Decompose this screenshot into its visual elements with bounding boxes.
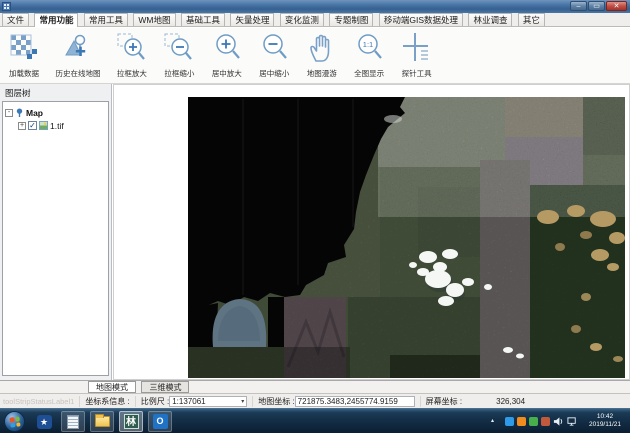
tab-map-mode[interactable]: 地图模式 <box>88 381 136 393</box>
history-online-map-icon <box>62 31 94 67</box>
pan-hand-icon <box>306 31 338 67</box>
expand-icon[interactable]: + <box>18 122 26 130</box>
clock-time: 10:42 <box>582 413 628 421</box>
center-zoom-in-button[interactable]: 居中放大 <box>207 30 247 82</box>
tab-3d-mode[interactable]: 三维模式 <box>141 381 189 393</box>
o-app-icon: O <box>153 414 168 429</box>
history-online-map-button[interactable]: 历史在线地图 <box>51 30 104 82</box>
toolbar-button-label: 地图漫游 <box>307 68 337 79</box>
toolbar-button-label: 拉框缩小 <box>164 68 194 79</box>
clock-date: 2019/11/21 <box>582 421 628 429</box>
network-icon[interactable] <box>567 416 578 427</box>
ribbon-tab-bar: 文件 常用功能 常用工具 WM地图 基础工具 矢量处理 变化监测 专题制图 移动… <box>0 13 630 27</box>
windows-taskbar: ★ 林 O ▴ <box>0 408 630 433</box>
tab-mobile-gis-processing[interactable]: 移动端GIS数据处理 <box>379 13 463 26</box>
app-icon <box>2 2 11 11</box>
tree-node-layer[interactable]: + ✓ 1.tif <box>5 119 106 132</box>
tree-node-label: Map <box>26 108 43 118</box>
map-coord-label: 地图坐标 : <box>258 396 294 407</box>
toolbar-button-label: 拉框放大 <box>117 68 147 79</box>
probe-tool-button[interactable]: 探针工具 <box>397 30 437 82</box>
probe-tool-icon <box>401 31 433 67</box>
status-bar: toolStripStatusLabel1 坐标系信息 : 比例尺 : 1:13… <box>0 393 630 408</box>
tree-node-label: 1.tif <box>50 121 64 131</box>
map-node-icon <box>15 108 24 117</box>
minimize-button[interactable]: – <box>570 1 587 11</box>
tab-wm-map[interactable]: WM地图 <box>133 13 175 26</box>
tray-red-icon[interactable] <box>541 417 550 426</box>
windows-logo-icon <box>9 416 20 427</box>
box-zoom-in-button[interactable]: 拉框放大 <box>112 30 152 82</box>
full-extent-button[interactable]: 1:1 全图显示 <box>349 30 389 82</box>
taskbar-item-explorer[interactable] <box>90 411 114 432</box>
load-data-icon <box>8 31 40 67</box>
screen-coord-label: 屏幕坐标 : <box>426 396 462 407</box>
layer-panel-title: 图层树 <box>0 84 111 101</box>
taskbar-item-o-app[interactable]: O <box>148 411 172 432</box>
tab-common-functions[interactable]: 常用功能 <box>34 13 78 27</box>
tab-other[interactable]: 其它 <box>518 13 545 26</box>
box-zoom-out-icon <box>163 31 195 67</box>
layer-tree: - Map + ✓ 1.tif <box>2 101 109 376</box>
center-zoom-out-icon <box>258 31 290 67</box>
collapse-icon[interactable]: - <box>5 109 13 117</box>
tab-file[interactable]: 文件 <box>2 13 29 26</box>
crs-info-label: 坐标系信息 : <box>85 396 129 407</box>
full-extent-badge: 1:1 <box>363 40 373 49</box>
title-bar: – ▭ ✕ <box>0 0 630 13</box>
taskbar-clock[interactable]: 10:42 2019/11/21 <box>582 413 628 429</box>
layer-panel: 图层树 - Map + ✓ 1.tif <box>0 84 112 380</box>
box-zoom-out-button[interactable]: 拉框缩小 <box>159 30 199 82</box>
raster-layer-icon <box>39 121 48 130</box>
tray-orange-icon[interactable] <box>517 417 526 426</box>
tree-node-map[interactable]: - Map <box>5 106 106 119</box>
tab-thematic-mapping[interactable]: 专题制图 <box>329 13 373 26</box>
chevron-down-icon[interactable]: ▾ <box>241 397 244 406</box>
maximize-button[interactable]: ▭ <box>588 1 605 11</box>
status-tool-label: toolStripStatusLabel1 <box>3 397 74 406</box>
start-button[interactable] <box>4 411 25 432</box>
box-zoom-in-icon <box>116 31 148 67</box>
center-zoom-in-icon <box>211 31 243 67</box>
close-button[interactable]: ✕ <box>606 1 627 11</box>
map-view[interactable] <box>113 84 630 380</box>
scale-value: 1:137061 <box>172 397 205 406</box>
screen-coord-value: 326,304 <box>496 397 525 406</box>
map-pan-button[interactable]: 地图漫游 <box>302 30 342 82</box>
taskbar-item-messenger[interactable]: ★ <box>32 411 56 432</box>
tab-forestry-survey[interactable]: 林业调查 <box>468 13 512 26</box>
tray-expand-icon[interactable]: ▴ <box>491 417 494 424</box>
toolbar-button-label: 历史在线地图 <box>55 68 100 79</box>
toolbar-button-label: 探针工具 <box>402 68 432 79</box>
speaker-icon[interactable] <box>553 416 564 427</box>
tab-common-tools[interactable]: 常用工具 <box>84 13 128 26</box>
system-tray <box>505 416 578 427</box>
star-bubble-icon: ★ <box>37 415 52 429</box>
toolbar-button-label: 加载数据 <box>9 68 39 79</box>
load-data-button[interactable]: 加载数据 <box>4 30 44 82</box>
folder-icon <box>95 416 110 427</box>
layer-checkbox[interactable]: ✓ <box>28 121 37 130</box>
satellite-map[interactable] <box>188 97 625 378</box>
scale-label: 比例尺 : <box>141 396 169 407</box>
toolbar-button-label: 居中缩小 <box>259 68 289 79</box>
notepad-icon <box>67 415 79 429</box>
toolbar-button-label: 全图显示 <box>354 68 384 79</box>
scale-combobox[interactable]: 1:137061 ▾ <box>169 396 247 407</box>
tab-change-monitoring[interactable]: 变化监测 <box>280 13 324 26</box>
toolbar-button-label: 居中放大 <box>212 68 242 79</box>
center-zoom-out-button[interactable]: 居中缩小 <box>254 30 294 82</box>
application-window: – ▭ ✕ 文件 常用功能 常用工具 WM地图 基础工具 矢量处理 变化监测 专… <box>0 0 630 433</box>
forestry-app-icon: 林 <box>124 414 139 429</box>
taskbar-item-forestry-app[interactable]: 林 <box>119 411 143 432</box>
full-extent-icon: 1:1 <box>353 31 385 67</box>
taskbar-item-notepad[interactable] <box>61 411 85 432</box>
view-mode-bar: 地图模式 三维模式 <box>0 380 630 393</box>
tray-blue-icon[interactable] <box>505 417 514 426</box>
toolbar: 加载数据 历史在线地图 拉框放大 <box>0 28 630 84</box>
tab-basic-tools[interactable]: 基础工具 <box>181 13 225 26</box>
map-coord-field[interactable]: 721875.3483,2455774.9159 <box>295 396 415 407</box>
tray-green-icon[interactable] <box>529 417 538 426</box>
tab-vector-processing[interactable]: 矢量处理 <box>230 13 274 26</box>
